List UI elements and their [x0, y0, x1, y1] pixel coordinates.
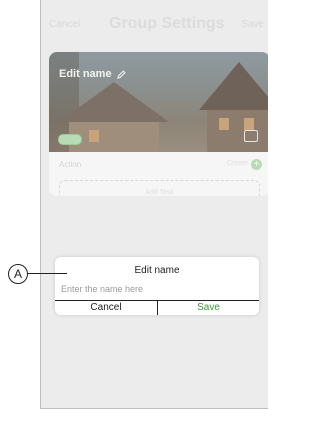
callout-marker: A [8, 264, 28, 284]
edit-name-dialog: Edit name Cancel Save [55, 257, 259, 315]
header-cancel-button[interactable]: Cancel [49, 19, 80, 30]
plus-icon[interactable]: + [251, 159, 262, 170]
save-button[interactable]: Save [158, 301, 259, 315]
action-label: Action [59, 160, 82, 169]
image-icon[interactable] [244, 130, 258, 142]
edit-name-link[interactable]: Edit name [59, 68, 126, 80]
cover-roof-left [59, 82, 169, 122]
cancel-button[interactable]: Cancel [55, 301, 157, 315]
cover-window [244, 118, 254, 130]
add-task-button[interactable]: Add Task [59, 180, 260, 196]
dialog-title: Edit name [134, 265, 180, 276]
name-input[interactable] [61, 284, 251, 294]
cover-wall-left [69, 122, 159, 152]
pencil-icon [116, 69, 126, 79]
edit-name-label: Edit name [59, 68, 112, 80]
header: Cancel Group Settings Save [41, 0, 268, 50]
status-badge [58, 134, 82, 145]
callout-line [27, 273, 67, 274]
cover-window [89, 130, 99, 142]
phone-screen: Cancel Group Settings Save Edit name Act… [40, 0, 268, 409]
cover-roof-right [199, 62, 268, 110]
cover-image[interactable]: Edit name [49, 52, 268, 152]
header-save-button[interactable]: Save [241, 19, 264, 30]
group-card: Edit name Action Create + Add Task [49, 52, 268, 196]
cover-window [219, 118, 229, 130]
cover-wall-right [207, 110, 268, 152]
page-title: Group Settings [109, 15, 225, 32]
create-label[interactable]: Create [227, 160, 248, 167]
